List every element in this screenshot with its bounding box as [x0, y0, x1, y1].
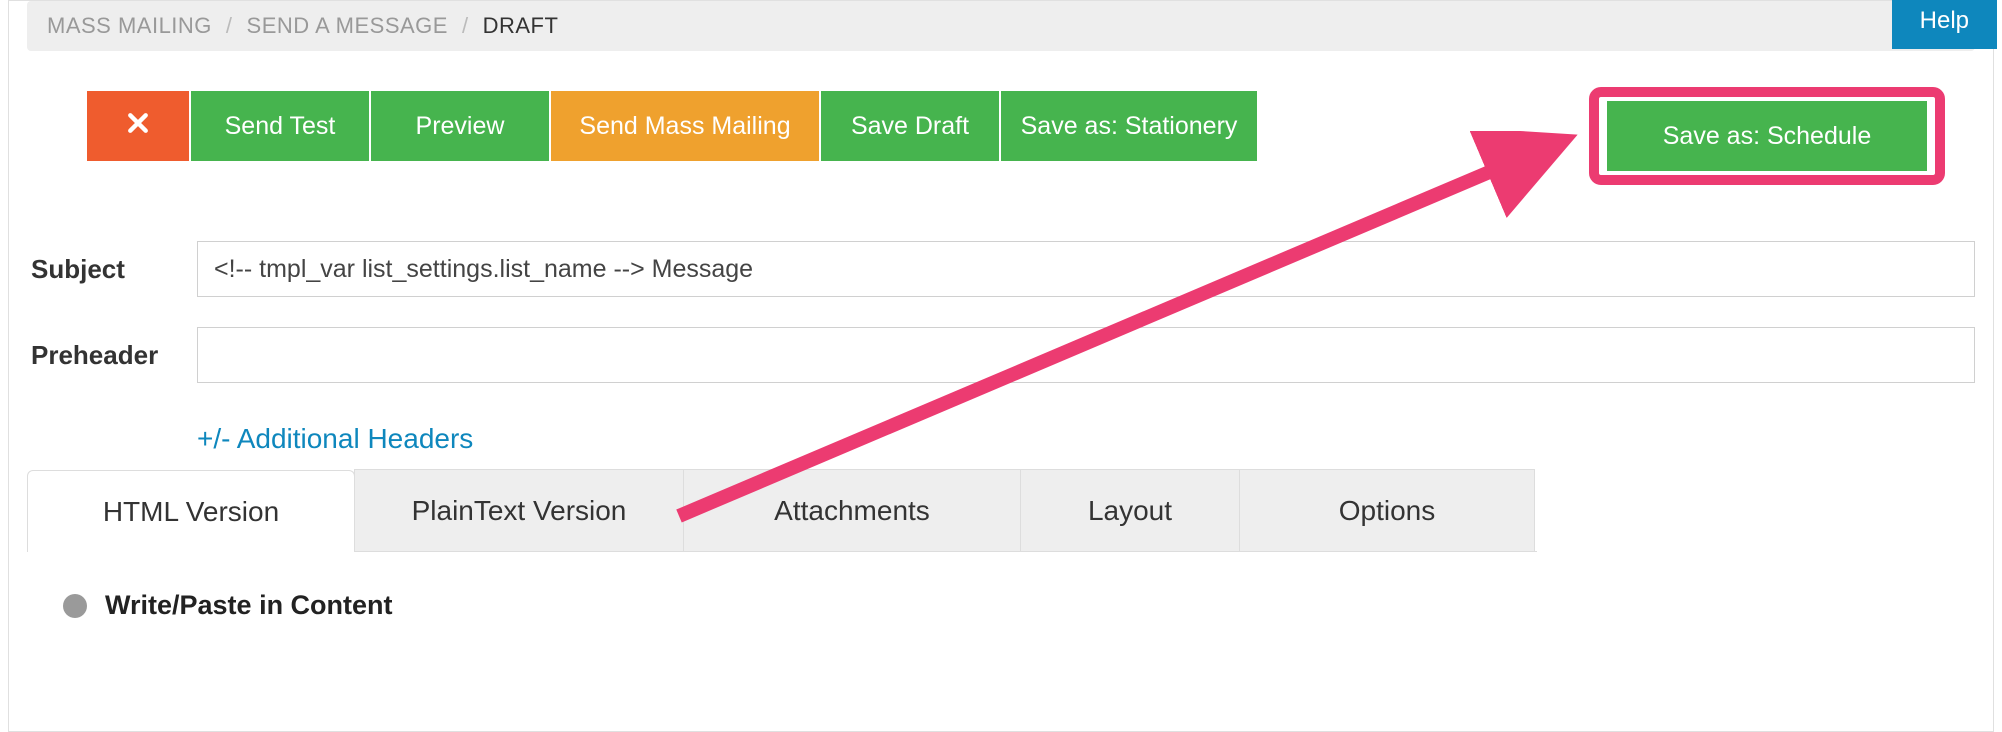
breadcrumb: MASS MAILING / SEND A MESSAGE / DRAFT: [47, 13, 558, 39]
subject-input[interactable]: [197, 241, 1975, 297]
breadcrumb-separator: /: [226, 13, 233, 39]
action-button-row: Send Test Preview Send Mass Mailing Save…: [87, 91, 1527, 161]
save-schedule-highlight: Save as: Schedule: [1589, 87, 1945, 185]
save-draft-button[interactable]: Save Draft: [821, 91, 999, 161]
preheader-label: Preheader: [27, 340, 197, 371]
radio-selected-icon[interactable]: [63, 594, 87, 618]
close-icon: [127, 112, 149, 141]
tab-layout[interactable]: Layout: [1020, 469, 1240, 551]
breadcrumb-item-sendmessage[interactable]: SEND A MESSAGE: [247, 13, 448, 39]
breadcrumb-item-draft: DRAFT: [483, 13, 559, 39]
tabs: HTML Version PlainText Version Attachmen…: [27, 469, 1537, 552]
preheader-input[interactable]: [197, 327, 1975, 383]
subject-row: Subject: [27, 241, 1975, 297]
additional-headers-toggle[interactable]: +/- Additional Headers: [197, 423, 473, 455]
help-button[interactable]: Help: [1892, 0, 1997, 49]
breadcrumb-bar: MASS MAILING / SEND A MESSAGE / DRAFT: [27, 1, 1975, 51]
tab-plaintext-version[interactable]: PlainText Version: [354, 469, 684, 551]
tab-attachments[interactable]: Attachments: [683, 469, 1021, 551]
send-test-button[interactable]: Send Test: [191, 91, 369, 161]
preview-button[interactable]: Preview: [371, 91, 549, 161]
close-button[interactable]: [87, 91, 189, 161]
send-mass-mailing-button[interactable]: Send Mass Mailing: [551, 91, 819, 161]
breadcrumb-separator: /: [462, 13, 469, 39]
tab-html-version[interactable]: HTML Version: [27, 470, 355, 552]
write-paste-label: Write/Paste in Content: [105, 590, 393, 621]
save-stationery-button[interactable]: Save as: Stationery: [1001, 91, 1257, 161]
preheader-row: Preheader: [27, 327, 1975, 383]
save-schedule-button[interactable]: Save as: Schedule: [1607, 101, 1927, 171]
subject-label: Subject: [27, 254, 197, 285]
tab-options[interactable]: Options: [1239, 469, 1535, 551]
content-mode-row: Write/Paste in Content: [63, 590, 1975, 621]
breadcrumb-item-massmailing[interactable]: MASS MAILING: [47, 13, 212, 39]
page-container: MASS MAILING / SEND A MESSAGE / DRAFT He…: [8, 0, 1994, 732]
form-area: Subject Preheader +/- Additional Headers…: [27, 241, 1975, 621]
